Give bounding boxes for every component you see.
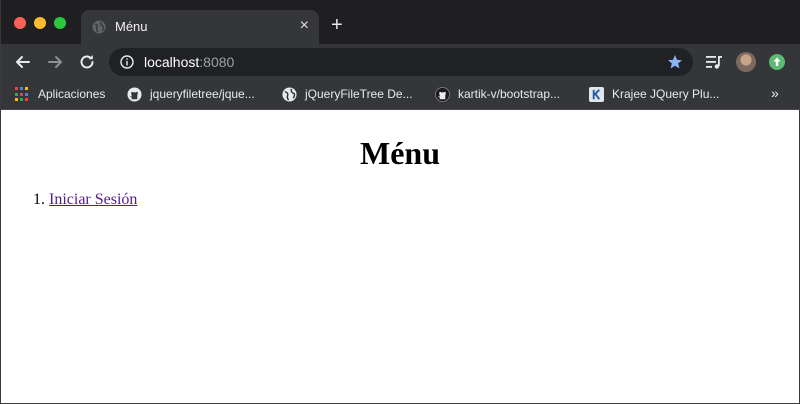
- minimize-window-button[interactable]: [34, 17, 46, 29]
- menu-list: 1. Iniciar Sesión: [33, 191, 137, 209]
- list-item-number: 1.: [33, 191, 45, 208]
- github-icon: [127, 87, 142, 102]
- list-item: 1. Iniciar Sesión: [33, 191, 137, 209]
- forward-arrow-icon[interactable]: [45, 52, 65, 72]
- more-bookmarks-chevron-icon[interactable]: »: [771, 85, 779, 101]
- browser-window: Ménu × + localhost:8080 Aplicaciones jqu…: [0, 0, 800, 404]
- bookmark-label: jQueryFileTree De...: [305, 87, 413, 101]
- back-arrow-icon[interactable]: [13, 52, 33, 72]
- bookmark-star-icon[interactable]: [667, 54, 683, 70]
- tab-title: Ménu: [115, 19, 148, 34]
- page-viewport: Ménu 1. Iniciar Sesión: [1, 111, 799, 403]
- zoom-window-button[interactable]: [54, 17, 66, 29]
- reload-icon[interactable]: [77, 52, 97, 72]
- info-icon[interactable]: [120, 55, 134, 69]
- login-link[interactable]: Iniciar Sesión: [49, 191, 137, 208]
- tab-close-icon[interactable]: ×: [300, 17, 309, 35]
- bookmark-label: kartik-v/bootstrap...: [458, 87, 561, 101]
- url-host: localhost: [144, 54, 200, 70]
- github-icon: [435, 87, 450, 102]
- update-icon[interactable]: [769, 54, 785, 70]
- tab-active[interactable]: Ménu ×: [81, 10, 319, 44]
- globe-icon: [92, 20, 106, 34]
- address-bar[interactable]: localhost:8080: [109, 48, 693, 76]
- media-queue-icon[interactable]: [705, 54, 723, 70]
- apps-grid-icon: [15, 87, 30, 102]
- bookmark-label: Aplicaciones: [38, 87, 106, 101]
- profile-avatar[interactable]: [736, 52, 756, 72]
- new-tab-button[interactable]: +: [331, 15, 343, 35]
- page-title: Ménu: [360, 135, 440, 171]
- tab-strip: Ménu × +: [1, 0, 800, 44]
- url-text: localhost:8080: [144, 54, 234, 70]
- browser-toolbar: localhost:8080: [1, 44, 800, 80]
- bookmark-label: Krajee JQuery Plu...: [612, 87, 720, 101]
- url-port: :8080: [199, 54, 235, 70]
- close-window-button[interactable]: [14, 17, 26, 29]
- bookmarks-bar: Aplicaciones jqueryfiletree/jque... jQue…: [1, 80, 800, 110]
- globe-icon: [282, 87, 297, 102]
- krajee-k-icon: [589, 87, 604, 102]
- bookmark-label: jqueryfiletree/jque...: [150, 87, 255, 101]
